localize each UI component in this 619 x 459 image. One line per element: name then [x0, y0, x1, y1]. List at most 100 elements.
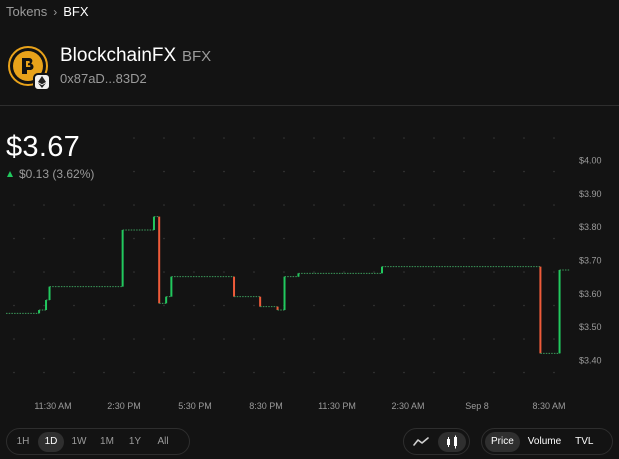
grid-dot [283, 204, 285, 206]
grid-dot [13, 304, 15, 307]
token-symbol: BFX [182, 48, 212, 65]
grid-dot [283, 371, 285, 374]
x-tick-label: Sep 8 [465, 401, 489, 411]
grid-dot [463, 170, 465, 173]
line-chart-icon [413, 436, 429, 446]
range-button-all[interactable]: All [150, 432, 176, 452]
range-button-1h[interactable]: 1H [10, 432, 36, 452]
chart-type-selector [403, 428, 470, 455]
grid-dot [523, 137, 525, 139]
grid-dot [163, 204, 165, 206]
grid-dot [253, 371, 255, 374]
y-tick-label: $3.50 [579, 322, 602, 332]
grid-dot [163, 371, 165, 374]
grid-dot [43, 304, 45, 307]
x-tick-label: 2:30 PM [107, 401, 141, 411]
grid-dot [133, 338, 135, 340]
line-chart-button[interactable] [407, 432, 435, 452]
grid-dot [43, 371, 45, 374]
y-tick-label: $4.00 [579, 156, 602, 166]
grid-dot [493, 338, 495, 340]
header-divider [0, 105, 619, 106]
grid-dot [553, 338, 555, 340]
grid-dot [463, 204, 465, 206]
grid-dot [133, 137, 135, 139]
x-tick-label: 11:30 PM [318, 401, 356, 411]
grid-dot [433, 137, 435, 139]
grid-dot [373, 338, 375, 340]
grid-dot [73, 304, 75, 307]
grid-dot [313, 304, 315, 307]
y-tick-label: $3.40 [579, 356, 602, 366]
grid-dot [433, 204, 435, 206]
grid-dot [223, 371, 225, 374]
grid-dot [373, 271, 375, 273]
candlestick-chart-button[interactable] [438, 431, 466, 452]
grid-dot [223, 137, 225, 139]
grid-dot [223, 204, 225, 206]
grid-dot [343, 204, 345, 206]
grid-dot [283, 170, 285, 173]
grid-dot [553, 204, 555, 206]
y-tick-label: $3.60 [579, 289, 602, 299]
grid-dot [433, 237, 435, 240]
token-address[interactable]: 0x87aD...83D2 [60, 71, 147, 86]
range-button-1d[interactable]: 1D [38, 431, 64, 452]
breadcrumb: Tokens › BFX [6, 4, 89, 19]
grid-dot [13, 204, 15, 206]
grid-dot [193, 237, 195, 240]
grid-dot [253, 170, 255, 173]
grid-dot [73, 338, 75, 340]
grid-dot [493, 304, 495, 307]
grid-dot [103, 204, 105, 206]
metric-button-price[interactable]: Price [485, 431, 520, 452]
grid-dot [43, 204, 45, 206]
grid-dot [403, 204, 405, 206]
breadcrumb-tokens-link[interactable]: Tokens [6, 4, 47, 19]
y-tick-label: $3.80 [579, 222, 602, 232]
grid-dot [493, 271, 495, 273]
metric-selector: Price Volume TVL [481, 428, 613, 455]
grid-dot [523, 338, 525, 340]
grid-dot [343, 271, 345, 273]
grid-dot [433, 338, 435, 340]
grid-dot [13, 371, 15, 374]
grid-dot [283, 137, 285, 139]
grid-dot [133, 204, 135, 206]
grid-dot [343, 237, 345, 240]
x-tick-label: 5:30 PM [178, 401, 212, 411]
grid-dot [103, 304, 105, 307]
x-tick-label: 11:30 AM [34, 401, 71, 411]
range-button-1m[interactable]: 1M [94, 432, 120, 452]
grid-dot [553, 304, 555, 307]
grid-dot [223, 237, 225, 240]
grid-dot [373, 237, 375, 240]
grid-dot [433, 304, 435, 307]
grid-dot [313, 371, 315, 374]
grid-dot [163, 170, 165, 173]
grid-dot [103, 271, 105, 273]
grid-dot [403, 371, 405, 374]
grid-dot [103, 338, 105, 340]
grid-dot [523, 237, 525, 240]
grid-dot [433, 371, 435, 374]
grid-dot [13, 271, 15, 273]
grid-dot [193, 170, 195, 173]
price-chart[interactable]: $4.00 $3.90 $3.80 $3.70 $3.60 $3.50 $3.40 11:30… [0, 120, 619, 420]
grid-dot [163, 237, 165, 240]
grid-dot [403, 170, 405, 173]
grid-dot [553, 271, 555, 273]
range-button-1y[interactable]: 1Y [122, 432, 148, 452]
grid-dot [223, 338, 225, 340]
grid-dot [493, 170, 495, 173]
grid-dot [553, 237, 555, 240]
grid-dot [43, 271, 45, 273]
range-button-1w[interactable]: 1W [66, 432, 92, 452]
grid-dot [373, 371, 375, 374]
grid-dot [133, 271, 135, 273]
grid-dot [253, 204, 255, 206]
metric-button-tvl[interactable]: TVL [569, 432, 599, 452]
grid-dot [403, 304, 405, 307]
grid-dot [523, 204, 525, 206]
metric-button-volume[interactable]: Volume [522, 432, 567, 452]
